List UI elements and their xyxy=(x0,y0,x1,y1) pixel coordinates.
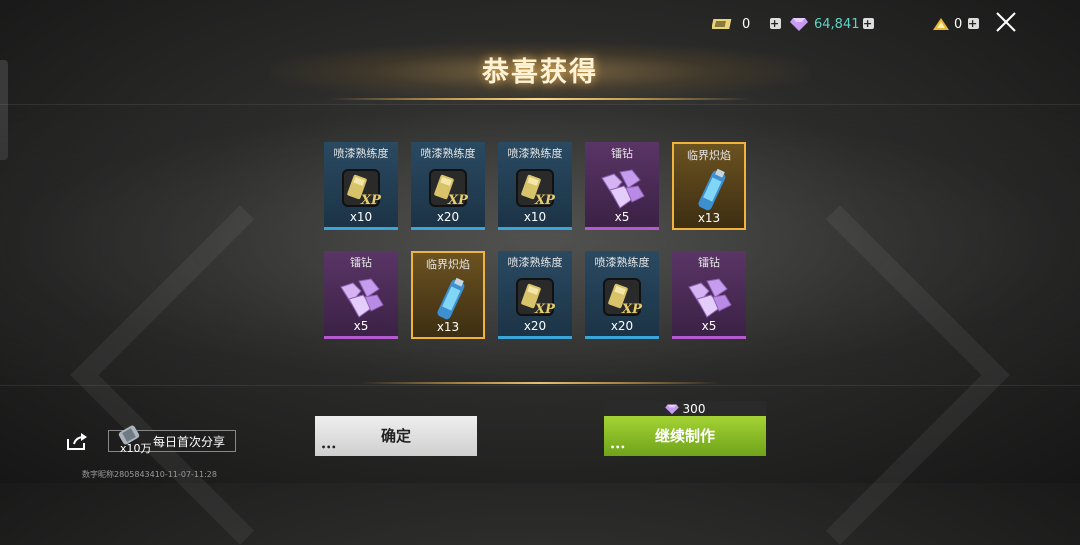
reward-name: 喷漆熟练度 xyxy=(507,147,563,160)
gold-count: 0 xyxy=(954,16,963,32)
reward-name: 喷漆熟练度 xyxy=(333,147,389,160)
reward-card[interactable]: 镭钻 x5 xyxy=(585,142,659,230)
continue-cost-value: 300 xyxy=(682,402,706,416)
add-gold-button[interactable]: + xyxy=(968,18,979,29)
button-dots-decoration: ••• xyxy=(610,443,626,452)
diamond-icon xyxy=(664,404,679,415)
gold-triangle-icon xyxy=(933,18,949,30)
reward-card[interactable]: 临界炽焰 x13 xyxy=(672,142,746,230)
add-tickets-button[interactable]: + xyxy=(770,18,781,29)
reward-card[interactable]: 喷漆熟练度 XP x20 xyxy=(498,251,572,339)
reward-quantity: x5 xyxy=(353,319,369,333)
title-divider xyxy=(330,98,750,100)
panel-bottom-divider xyxy=(360,382,720,384)
continue-cost: 300 xyxy=(604,401,766,417)
ticket-count: 0 xyxy=(742,16,751,32)
reward-quantity: x5 xyxy=(614,210,630,224)
reward-name: 临界炽焰 xyxy=(426,258,470,271)
reward-name: 喷漆熟练度 xyxy=(420,147,476,160)
share-icon xyxy=(67,433,87,450)
svg-text:XP: XP xyxy=(621,302,643,317)
diamond-icon xyxy=(790,18,808,31)
reward-card[interactable]: 喷漆熟练度 XP x20 xyxy=(585,251,659,339)
svg-text:XP: XP xyxy=(360,193,382,208)
reward-card[interactable]: 临界炽焰 x13 xyxy=(411,251,485,339)
reward-name: 镭钻 xyxy=(611,147,633,160)
continue-crafting-button[interactable]: 继续制作 ••• xyxy=(604,416,766,456)
svg-text:XP: XP xyxy=(447,193,469,208)
reward-name: 喷漆熟练度 xyxy=(594,256,650,269)
reward-quantity: x13 xyxy=(697,211,721,225)
confirm-button-label: 确定 xyxy=(380,427,411,445)
xp-spray-icon: XP xyxy=(337,164,385,212)
reward-quantity: x5 xyxy=(701,319,717,333)
diamond-count: 64,841 xyxy=(814,16,860,32)
reward-name: 喷漆熟练度 xyxy=(507,256,563,269)
xp-spray-icon: XP xyxy=(511,273,559,321)
xp-spray-icon: XP xyxy=(511,164,559,212)
reward-name: 临界炽焰 xyxy=(687,149,731,162)
reward-name: 镭钻 xyxy=(350,256,372,269)
reward-name: 镭钻 xyxy=(698,256,720,269)
reward-card[interactable]: 喷漆熟练度 XP x20 xyxy=(411,142,485,230)
ticket-counter: 0 xyxy=(712,14,750,34)
confirm-button[interactable]: 确定 ••• xyxy=(315,416,477,456)
reward-quantity: x10 xyxy=(349,210,373,224)
button-dots-decoration: ••• xyxy=(321,443,337,452)
add-diamonds-button[interactable]: + xyxy=(863,18,874,29)
share-reward-quantity: x10万 xyxy=(120,442,152,455)
diamond-cluster-icon xyxy=(685,273,733,321)
spray-can-icon xyxy=(426,275,474,323)
reward-grid: 喷漆熟练度 XP x10 喷漆熟练度 XP x20 喷漆熟练度 XP x10 镭钻 x5 临界炽焰 x1… xyxy=(324,142,746,339)
share-reward-label: 每日首次分享 xyxy=(153,435,226,449)
svg-text:XP: XP xyxy=(534,302,556,317)
share-button[interactable] xyxy=(66,433,88,451)
diamond-cluster-icon xyxy=(598,164,646,212)
reward-quantity: x13 xyxy=(436,320,460,334)
reward-card[interactable]: 镭钻 x5 xyxy=(324,251,398,339)
close-button[interactable] xyxy=(992,8,1020,36)
xp-spray-icon: XP xyxy=(598,273,646,321)
close-icon xyxy=(996,12,1016,32)
xp-spray-icon: XP xyxy=(424,164,472,212)
reward-quantity: x10 xyxy=(523,210,547,224)
watermark-text: 数字昵称2805843410-11-07-11:28 xyxy=(82,470,217,479)
page-title: 恭喜获得 xyxy=(482,57,598,88)
reward-card[interactable]: 喷漆熟练度 XP x10 xyxy=(498,142,572,230)
spray-can-icon xyxy=(687,166,735,214)
diamond-cluster-icon xyxy=(337,273,385,321)
continue-button-label: 继续制作 xyxy=(654,427,715,445)
reward-card[interactable]: 喷漆熟练度 XP x10 xyxy=(324,142,398,230)
reward-card[interactable]: 镭钻 x5 xyxy=(672,251,746,339)
ticket-icon xyxy=(712,19,732,29)
svg-text:XP: XP xyxy=(534,193,556,208)
reward-quantity: x20 xyxy=(436,210,460,224)
reward-quantity: x20 xyxy=(610,319,634,333)
diamond-counter: 64,841 xyxy=(790,14,860,34)
gold-counter: 0 xyxy=(932,14,962,34)
reward-quantity: x20 xyxy=(523,319,547,333)
